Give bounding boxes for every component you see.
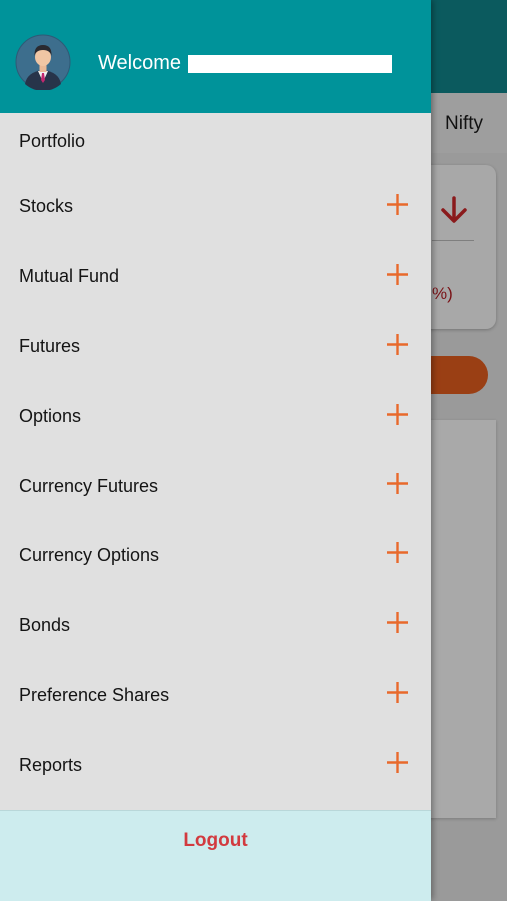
- user-name: [188, 55, 392, 73]
- drawer-header: Welcome :: [0, 0, 431, 113]
- menu-item-currency-options[interactable]: Currency Options: [0, 518, 431, 587]
- menu-item-label: Currency Options: [19, 545, 160, 565]
- menu-item-options[interactable]: Options: [0, 379, 431, 448]
- plus-icon[interactable]: [386, 751, 409, 774]
- menu-item-currency-futures[interactable]: Currency Futures: [0, 449, 431, 518]
- menu-item-label: Reports: [19, 755, 83, 775]
- card-divider: [432, 240, 474, 241]
- menu-item-stocks[interactable]: Stocks: [0, 171, 431, 240]
- plus-icon[interactable]: [386, 472, 409, 495]
- menu-item-label: Currency Futures: [19, 476, 159, 496]
- navigation-drawer: Welcome : Portfolio Stocks Mutual Fund F…: [0, 0, 431, 901]
- menu-item-label: Portfolio: [19, 131, 86, 151]
- plus-icon[interactable]: [386, 541, 409, 564]
- menu-item-label: Bonds: [19, 615, 71, 635]
- tab-nifty[interactable]: Nifty: [445, 113, 483, 135]
- logout-footer: [0, 810, 431, 901]
- plus-icon[interactable]: [386, 403, 409, 426]
- menu-item-label: Mutual Fund: [19, 266, 120, 286]
- menu-item-label: Preference Shares: [19, 685, 170, 705]
- card-change-percent: %): [432, 284, 453, 303]
- menu-item-bonds[interactable]: Bonds: [0, 588, 431, 657]
- plus-icon[interactable]: [386, 611, 409, 634]
- plus-icon[interactable]: [386, 193, 409, 216]
- menu-item-label: Options: [19, 406, 82, 426]
- menu-item-futures[interactable]: Futures: [0, 310, 431, 379]
- plus-icon[interactable]: [386, 333, 409, 356]
- menu-item-label: Futures: [19, 336, 81, 356]
- user-avatar-icon: [15, 34, 71, 90]
- drawer-menu: Portfolio Stocks Mutual Fund Futures Opt…: [0, 113, 431, 810]
- logout-button[interactable]: Logout: [0, 830, 431, 852]
- menu-item-reports[interactable]: Reports: [0, 727, 431, 796]
- plus-icon[interactable]: [386, 263, 409, 286]
- menu-item-label: Stocks: [19, 196, 74, 216]
- menu-item-preference-shares[interactable]: Preference Shares: [0, 657, 431, 726]
- arrow-down-icon: [441, 196, 467, 223]
- welcome-text: Welcome :: [98, 52, 193, 74]
- menu-item-mutual-fund[interactable]: Mutual Fund: [0, 240, 431, 309]
- plus-icon[interactable]: [386, 681, 409, 704]
